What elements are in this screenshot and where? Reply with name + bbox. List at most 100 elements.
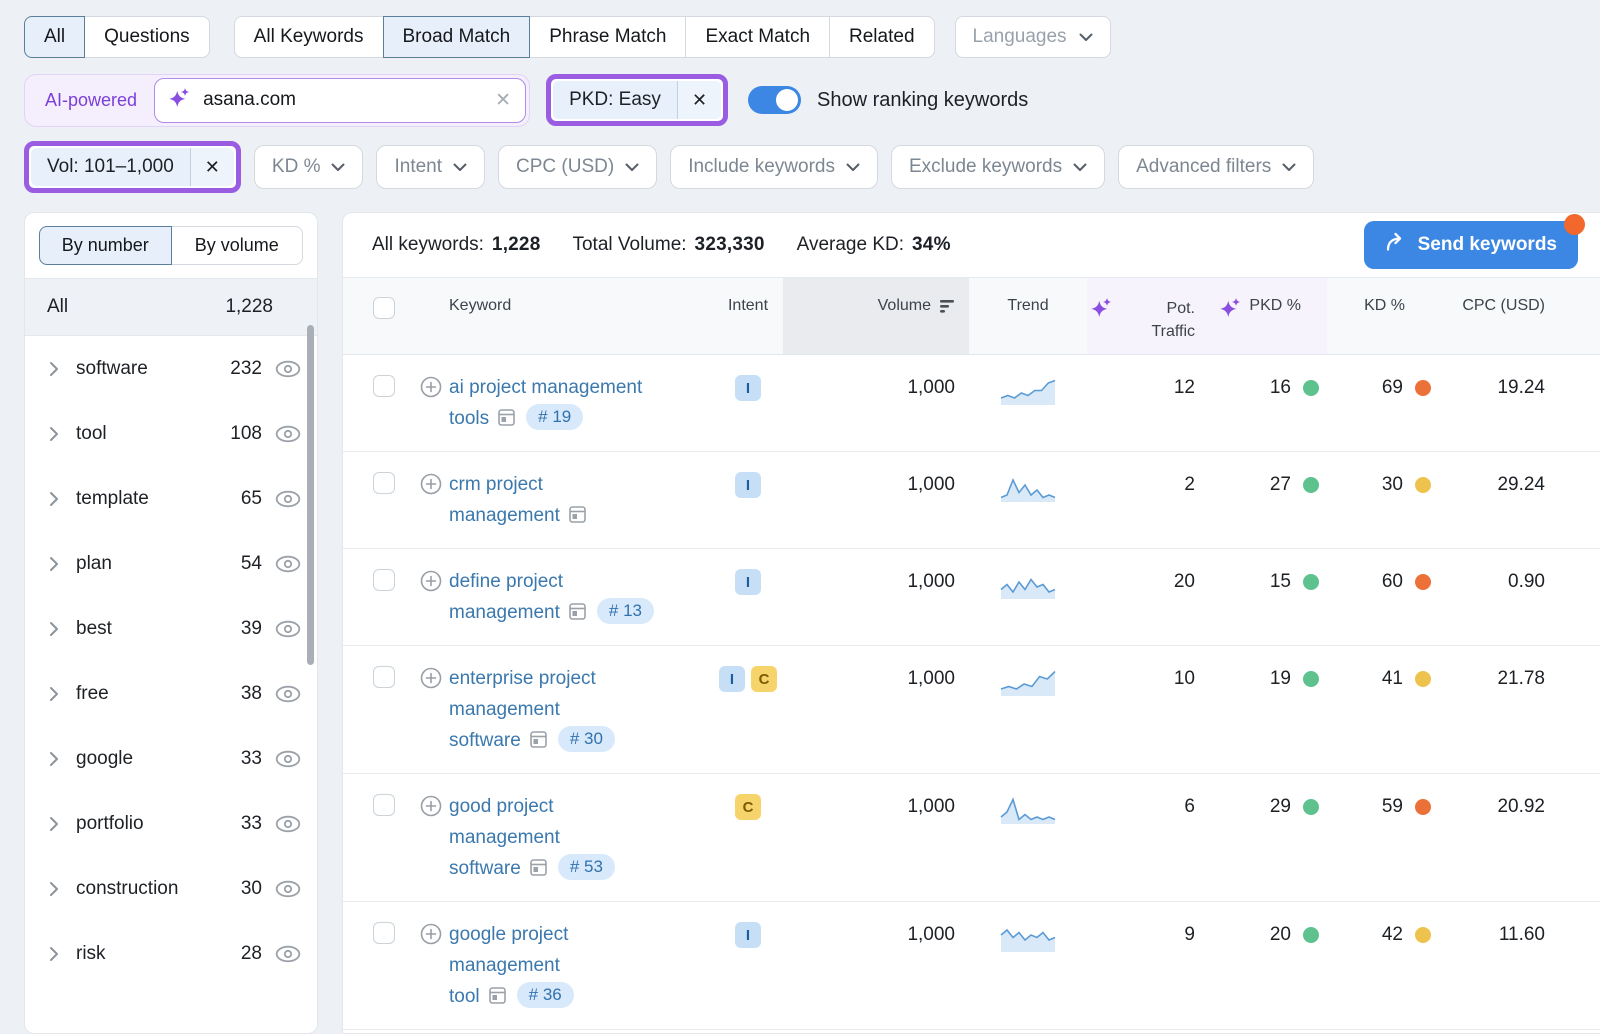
sidebar-item-construction[interactable]: construction30 (25, 856, 317, 921)
column-header-pkd[interactable]: PKD % (1217, 278, 1327, 354)
sidebar-tab-by-volume[interactable]: By volume (171, 226, 304, 265)
sidebar-item-software[interactable]: software232 (25, 336, 317, 401)
eye-icon-wrap[interactable] (275, 490, 301, 508)
serp-features-icon[interactable] (498, 409, 515, 426)
row-checkbox[interactable] (373, 569, 395, 591)
sidebar-item-best[interactable]: best39 (25, 596, 317, 661)
intent-badge-C[interactable]: C (735, 794, 761, 820)
add-keyword-wrap[interactable] (419, 569, 443, 599)
sidebar-item-tool[interactable]: tool108 (25, 401, 317, 466)
filter-dropdown-include-keywords[interactable]: Include keywords (670, 145, 878, 189)
tab-related[interactable]: Related (829, 16, 935, 58)
eye-icon[interactable] (275, 360, 301, 378)
column-header-intent[interactable]: Intent (713, 278, 783, 354)
sidebar-scrollbar[interactable] (307, 325, 314, 665)
ranking-position-badge[interactable]: # 30 (558, 726, 615, 752)
eye-icon[interactable] (275, 555, 301, 573)
add-keyword-icon[interactable] (419, 666, 443, 690)
keyword-link[interactable]: define project management (449, 571, 563, 623)
tab-questions[interactable]: Questions (84, 16, 210, 58)
intent-badge-C[interactable]: C (751, 666, 777, 692)
eye-icon[interactable] (275, 425, 301, 443)
keyword-link[interactable]: crm project management (449, 474, 560, 526)
filter-dropdown-advanced-filters[interactable]: Advanced filters (1118, 145, 1314, 189)
serp-features-icon[interactable] (489, 987, 506, 1004)
eye-icon[interactable] (275, 685, 301, 703)
sidebar-tab-by-number[interactable]: By number (39, 226, 172, 265)
filter-dropdown-cpc-usd[interactable]: CPC (USD) (498, 145, 657, 189)
eye-icon-wrap[interactable] (275, 360, 301, 378)
tab-all[interactable]: All (24, 16, 85, 58)
eye-icon-wrap[interactable] (275, 880, 301, 898)
add-keyword-icon[interactable] (419, 375, 443, 399)
intent-badge-I[interactable]: I (735, 472, 761, 498)
show-ranking-toggle[interactable] (748, 86, 801, 114)
serp-features-icon[interactable] (569, 603, 586, 620)
add-keyword-icon[interactable] (419, 472, 443, 496)
expand-group-icon[interactable] (49, 881, 59, 897)
add-keyword-icon[interactable] (419, 794, 443, 818)
column-header-volume[interactable]: Volume (783, 278, 969, 354)
column-header-keyword[interactable]: Keyword (413, 278, 713, 354)
send-keywords-button[interactable]: Send keywords (1364, 221, 1578, 269)
filter-dropdown-kd[interactable]: KD % (254, 145, 364, 189)
ranking-position-badge[interactable]: # 53 (558, 854, 615, 880)
column-header-cpc[interactable]: CPC (USD) (1439, 278, 1600, 354)
sidebar-item-template[interactable]: template65 (25, 466, 317, 531)
add-keyword-wrap[interactable] (419, 472, 443, 502)
tab-exact-match[interactable]: Exact Match (685, 16, 830, 58)
eye-icon-wrap[interactable] (275, 815, 301, 833)
sidebar-item-google[interactable]: google33 (25, 726, 317, 791)
clear-search-icon[interactable]: ✕ (495, 89, 511, 112)
filter-dropdown-exclude-keywords[interactable]: Exclude keywords (891, 145, 1105, 189)
expand-group-icon[interactable] (49, 361, 59, 377)
filter-dropdown-intent[interactable]: Intent (376, 145, 485, 189)
add-keyword-wrap[interactable] (419, 794, 443, 824)
column-header-trend[interactable]: Trend (969, 278, 1087, 354)
search-input[interactable] (201, 88, 485, 112)
intent-badge-I[interactable]: I (735, 375, 761, 401)
languages-dropdown[interactable]: Languages (955, 16, 1111, 58)
sidebar-item-plan[interactable]: plan54 (25, 531, 317, 596)
row-checkbox[interactable] (373, 922, 395, 944)
eye-icon-wrap[interactable] (275, 555, 301, 573)
ranking-position-badge[interactable]: # 36 (517, 982, 574, 1008)
column-header-pot-traffic[interactable]: Pot. Traffic (1087, 278, 1217, 354)
eye-icon-wrap[interactable] (275, 685, 301, 703)
ranking-position-badge[interactable]: # 19 (526, 404, 583, 430)
add-keyword-icon[interactable] (419, 922, 443, 946)
expand-group-icon[interactable] (49, 556, 59, 572)
sidebar-item-risk[interactable]: risk28 (25, 921, 317, 986)
sidebar-item-free[interactable]: free38 (25, 661, 317, 726)
row-checkbox[interactable] (373, 375, 395, 397)
eye-icon-wrap[interactable] (275, 620, 301, 638)
volume-chip-label[interactable]: Vol: 101–1,000 (31, 148, 190, 186)
intent-badge-I[interactable]: I (735, 569, 761, 595)
eye-icon-wrap[interactable] (275, 425, 301, 443)
eye-icon-wrap[interactable] (275, 750, 301, 768)
tab-all-keywords[interactable]: All Keywords (234, 16, 384, 58)
sidebar-item-portfolio[interactable]: portfolio33 (25, 791, 317, 856)
tab-broad-match[interactable]: Broad Match (383, 16, 531, 58)
expand-group-icon[interactable] (49, 491, 59, 507)
select-all-checkbox[interactable] (373, 297, 395, 319)
row-checkbox[interactable] (373, 666, 395, 688)
eye-icon[interactable] (275, 815, 301, 833)
add-keyword-icon[interactable] (419, 569, 443, 593)
ranking-position-badge[interactable]: # 13 (597, 598, 654, 624)
eye-icon[interactable] (275, 750, 301, 768)
eye-icon-wrap[interactable] (275, 945, 301, 963)
tab-phrase-match[interactable]: Phrase Match (529, 16, 686, 58)
sidebar-item-all[interactable]: All 1,228 (25, 278, 317, 336)
remove-pkd-filter-icon[interactable]: ✕ (677, 81, 721, 119)
row-checkbox[interactable] (373, 794, 395, 816)
intent-badge-I[interactable]: I (719, 666, 745, 692)
add-keyword-wrap[interactable] (419, 375, 443, 405)
eye-icon[interactable] (275, 620, 301, 638)
add-keyword-wrap[interactable] (419, 922, 443, 952)
expand-group-icon[interactable] (49, 816, 59, 832)
expand-group-icon[interactable] (49, 751, 59, 767)
eye-icon[interactable] (275, 880, 301, 898)
serp-features-icon[interactable] (569, 506, 586, 523)
add-keyword-wrap[interactable] (419, 666, 443, 696)
